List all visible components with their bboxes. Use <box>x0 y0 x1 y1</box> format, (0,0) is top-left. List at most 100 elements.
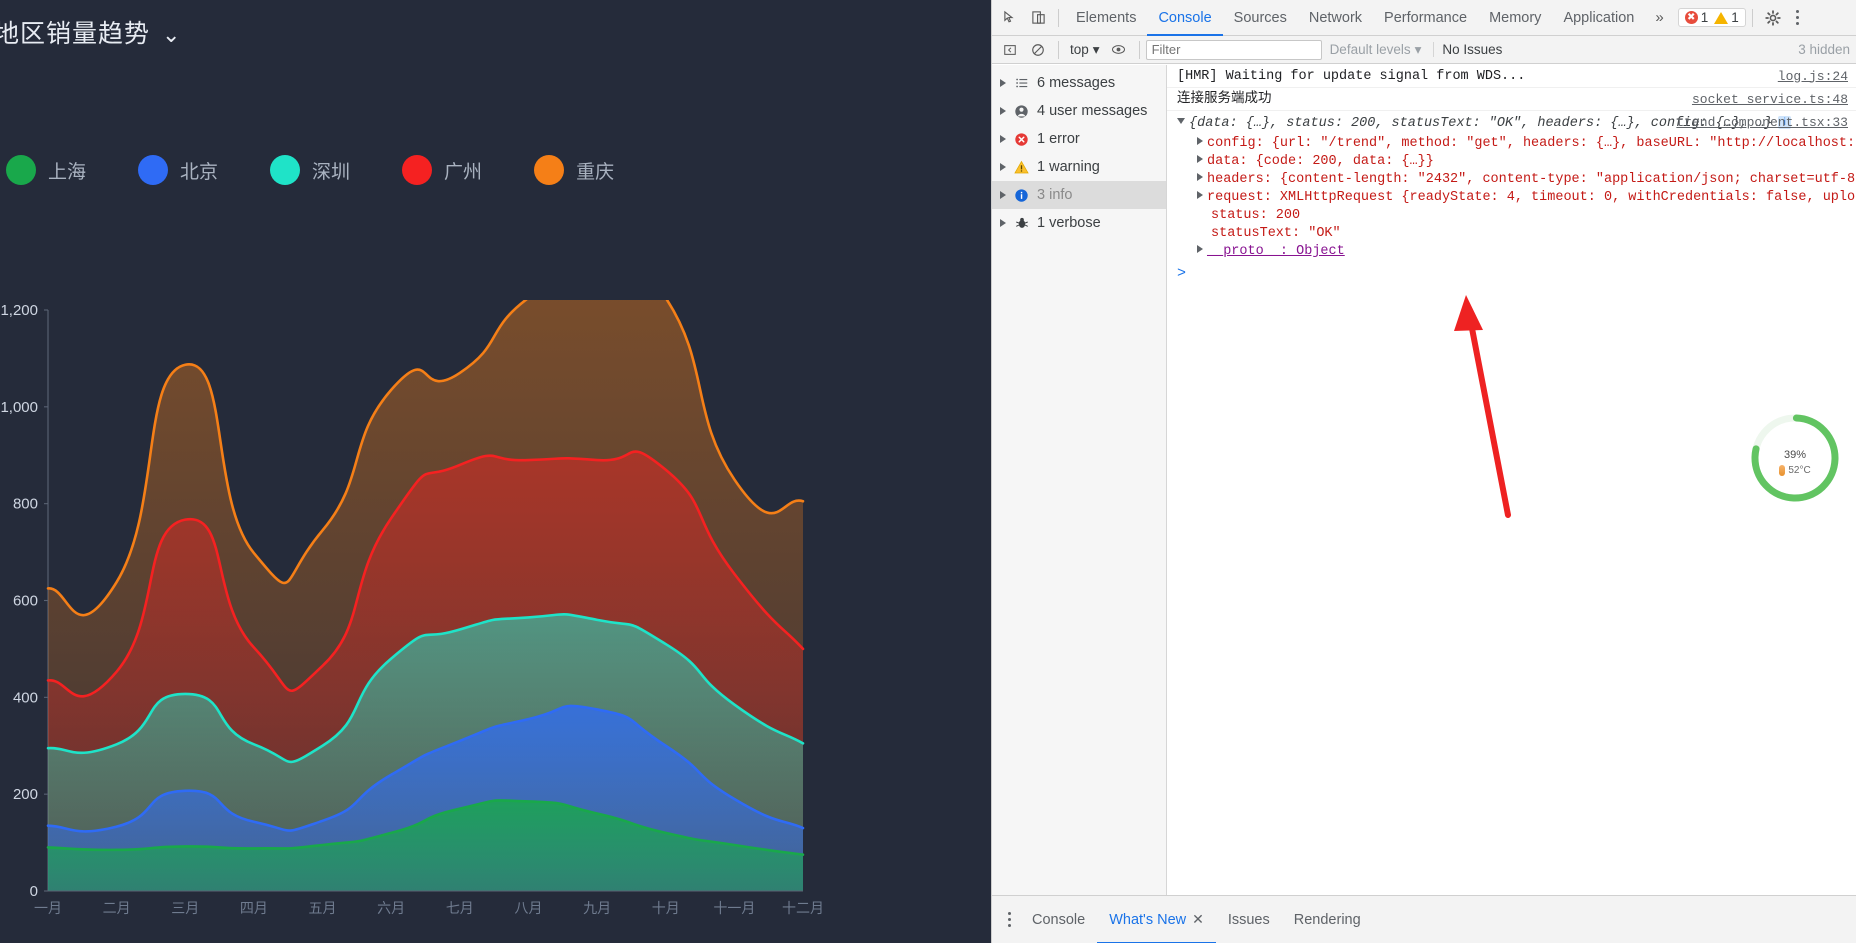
gear-icon[interactable] <box>1759 4 1787 32</box>
expand-triangle-icon[interactable] <box>1197 137 1203 145</box>
gauge-number: 39 <box>1783 449 1797 461</box>
expand-triangle-icon[interactable] <box>1197 155 1203 163</box>
device-toolbar-icon[interactable] <box>1024 4 1052 32</box>
chevron-down-icon[interactable]: ⌄ <box>162 22 181 48</box>
humidity-gauge-widget[interactable]: 39% 52°C <box>1745 408 1845 508</box>
gauge-value: 39% <box>1784 440 1806 464</box>
legend-item-beijing[interactable]: 北京 <box>138 155 218 185</box>
toolbar-divider <box>1058 8 1059 27</box>
console-message-text: [HMR] Waiting for update signal from WDS… <box>1177 68 1526 84</box>
sidebar-item-user-messages[interactable]: 4 user messages <box>992 97 1166 125</box>
object-proto-row[interactable]: __proto__: Object <box>1167 243 1856 261</box>
gauge-unit: % <box>1796 449 1807 461</box>
object-property-text: status: 200 <box>1211 208 1301 223</box>
legend-item-shenzhen[interactable]: 深圳 <box>270 155 350 185</box>
console-message-row[interactable]: [HMR] Waiting for update signal from WDS… <box>1167 65 1856 88</box>
tab-elements[interactable]: Elements <box>1065 0 1147 36</box>
console-message-source[interactable]: trend.component.tsx:33 <box>1676 114 1848 131</box>
console-message-source[interactable]: log.js:24 <box>1778 68 1848 85</box>
live-expression-icon[interactable] <box>1105 36 1133 64</box>
expand-triangle-icon[interactable] <box>1000 191 1006 199</box>
execution-context-selector[interactable]: top ▾ <box>1065 42 1105 58</box>
tab-memory[interactable]: Memory <box>1478 0 1552 36</box>
object-property-text: config: {url: "/trend", method: "get", h… <box>1207 136 1856 151</box>
legend-item-chongqing[interactable]: 重庆 <box>534 155 614 185</box>
expand-triangle-icon[interactable] <box>1197 245 1203 253</box>
kebab-menu-icon[interactable] <box>998 912 1020 927</box>
screenshot-root: 地区销量趋势 ⌄ 上海 北京 深圳 广州 重庆 0 200 400 600 80… <box>0 0 1856 943</box>
y-axis-tick-label: 1,000 <box>0 399 38 416</box>
expand-triangle-icon[interactable] <box>1000 107 1006 115</box>
warning-icon <box>1714 11 1729 24</box>
x-axis-tick-label: 十月 <box>652 900 680 916</box>
sidebar-item-messages[interactable]: 6 messages <box>992 69 1166 97</box>
gauge-readout: 39% 52°C <box>1745 408 1845 508</box>
legend-item-label: 北京 <box>180 161 219 183</box>
console-sidebar: 6 messages 4 user messages 1 error 1 war… <box>992 65 1167 895</box>
close-icon[interactable]: ✕ <box>1192 911 1204 928</box>
no-issues-button[interactable]: No Issues <box>1433 42 1510 57</box>
sidebar-item-error[interactable]: 1 error <box>992 125 1166 153</box>
expand-triangle-icon[interactable] <box>1000 135 1006 143</box>
x-axis-tick-label: 一月 <box>34 900 62 916</box>
y-axis-tick-label: 1,200 <box>0 302 38 319</box>
sidebar-item-verbose[interactable]: 1 verbose <box>992 209 1166 237</box>
expand-triangle-icon[interactable] <box>1000 219 1006 227</box>
x-axis-tick-label: 十二月 <box>782 900 824 916</box>
error-badge[interactable]: ✖ 1 <box>1684 10 1708 25</box>
page-title-text: 地区销量趋势 <box>0 20 151 48</box>
show-console-sidebar-icon[interactable] <box>996 36 1024 64</box>
expand-triangle-icon[interactable] <box>1000 79 1006 87</box>
stacked-area-chart[interactable]: 0 200 400 600 800 1,000 1,200 一月 二月 三月 四月 五月 六月 七月 八月… <box>0 300 991 943</box>
expand-triangle-icon[interactable] <box>1197 191 1203 199</box>
legend-item-guangzhou[interactable]: 广州 <box>402 155 482 185</box>
filter-input[interactable] <box>1145 39 1322 60</box>
console-message-row[interactable]: 连接服务端成功 socket_service.ts:48 <box>1167 88 1856 111</box>
drawer-tab-whats-new[interactable]: What's New ✕ <box>1097 896 1216 943</box>
gauge-temperature-value: 52°C <box>1788 465 1811 476</box>
default-levels-selector[interactable]: Default levels ▾ <box>1322 42 1430 58</box>
sidebar-item-label: 1 verbose <box>1037 215 1101 231</box>
inspect-element-icon[interactable] <box>996 4 1024 32</box>
console-message-source[interactable]: socket_service.ts:48 <box>1692 91 1848 108</box>
tab-sources[interactable]: Sources <box>1223 0 1298 36</box>
page-title: 地区销量趋势 ⌄ <box>0 14 181 50</box>
sidebar-item-info[interactable]: 3 info <box>992 181 1166 209</box>
devtools-toolbar: Elements Console Sources Network Perform… <box>992 0 1856 36</box>
object-property-row[interactable]: config: {url: "/trend", method: "get", h… <box>1167 135 1856 153</box>
chevron-double-right-icon[interactable]: » <box>1645 9 1673 26</box>
legend-color-swatch <box>138 155 169 185</box>
console-object-message-row[interactable]: trend.component.tsx:33 <box>1167 111 1856 130</box>
expand-triangle-icon[interactable] <box>1197 173 1203 181</box>
drawer-tab-issues[interactable]: Issues <box>1216 896 1282 943</box>
error-icon <box>1013 131 1030 148</box>
tab-performance[interactable]: Performance <box>1373 0 1478 36</box>
warning-badge[interactable]: 1 <box>1714 10 1739 25</box>
thermometer-icon <box>1779 465 1786 476</box>
tab-application[interactable]: Application <box>1552 0 1645 36</box>
chart-canvas[interactable]: 0 200 400 600 800 1,000 1,200 一月 二月 三月 四月 五月 六月 七月 八月… <box>0 300 991 943</box>
legend-item-label: 上海 <box>48 161 87 183</box>
tab-network[interactable]: Network <box>1298 0 1373 36</box>
tab-console[interactable]: Console <box>1147 0 1222 36</box>
drawer-tab-console[interactable]: Console <box>1020 896 1097 943</box>
kebab-menu-icon[interactable] <box>1787 10 1809 25</box>
legend-item-shanghai[interactable]: 上海 <box>6 155 86 185</box>
sidebar-item-label: 4 user messages <box>1037 103 1148 119</box>
issue-counters[interactable]: ✖ 1 1 <box>1677 8 1746 27</box>
sidebar-item-label: 6 messages <box>1037 75 1116 91</box>
object-property-row[interactable]: data: {code: 200, data: {…}} <box>1167 153 1856 171</box>
devtools-panel: Elements Console Sources Network Perform… <box>991 0 1856 943</box>
x-axis-tick-label: 九月 <box>583 900 611 916</box>
collapse-triangle-icon[interactable] <box>1177 117 1185 124</box>
expand-triangle-icon[interactable] <box>1000 163 1006 171</box>
clear-console-icon[interactable] <box>1024 36 1052 64</box>
object-property-row[interactable]: headers: {content-length: "2432", conten… <box>1167 171 1856 189</box>
object-property-row[interactable]: request: XMLHttpRequest {readyState: 4, … <box>1167 189 1856 207</box>
console-prompt[interactable]: > <box>1167 261 1856 286</box>
legend-color-swatch <box>534 155 565 185</box>
sidebar-item-warning[interactable]: 1 warning <box>992 153 1166 181</box>
object-property-row: status: 200 <box>1167 207 1856 225</box>
sidebar-item-label: 1 error <box>1037 131 1080 147</box>
drawer-tab-rendering[interactable]: Rendering <box>1282 896 1373 943</box>
